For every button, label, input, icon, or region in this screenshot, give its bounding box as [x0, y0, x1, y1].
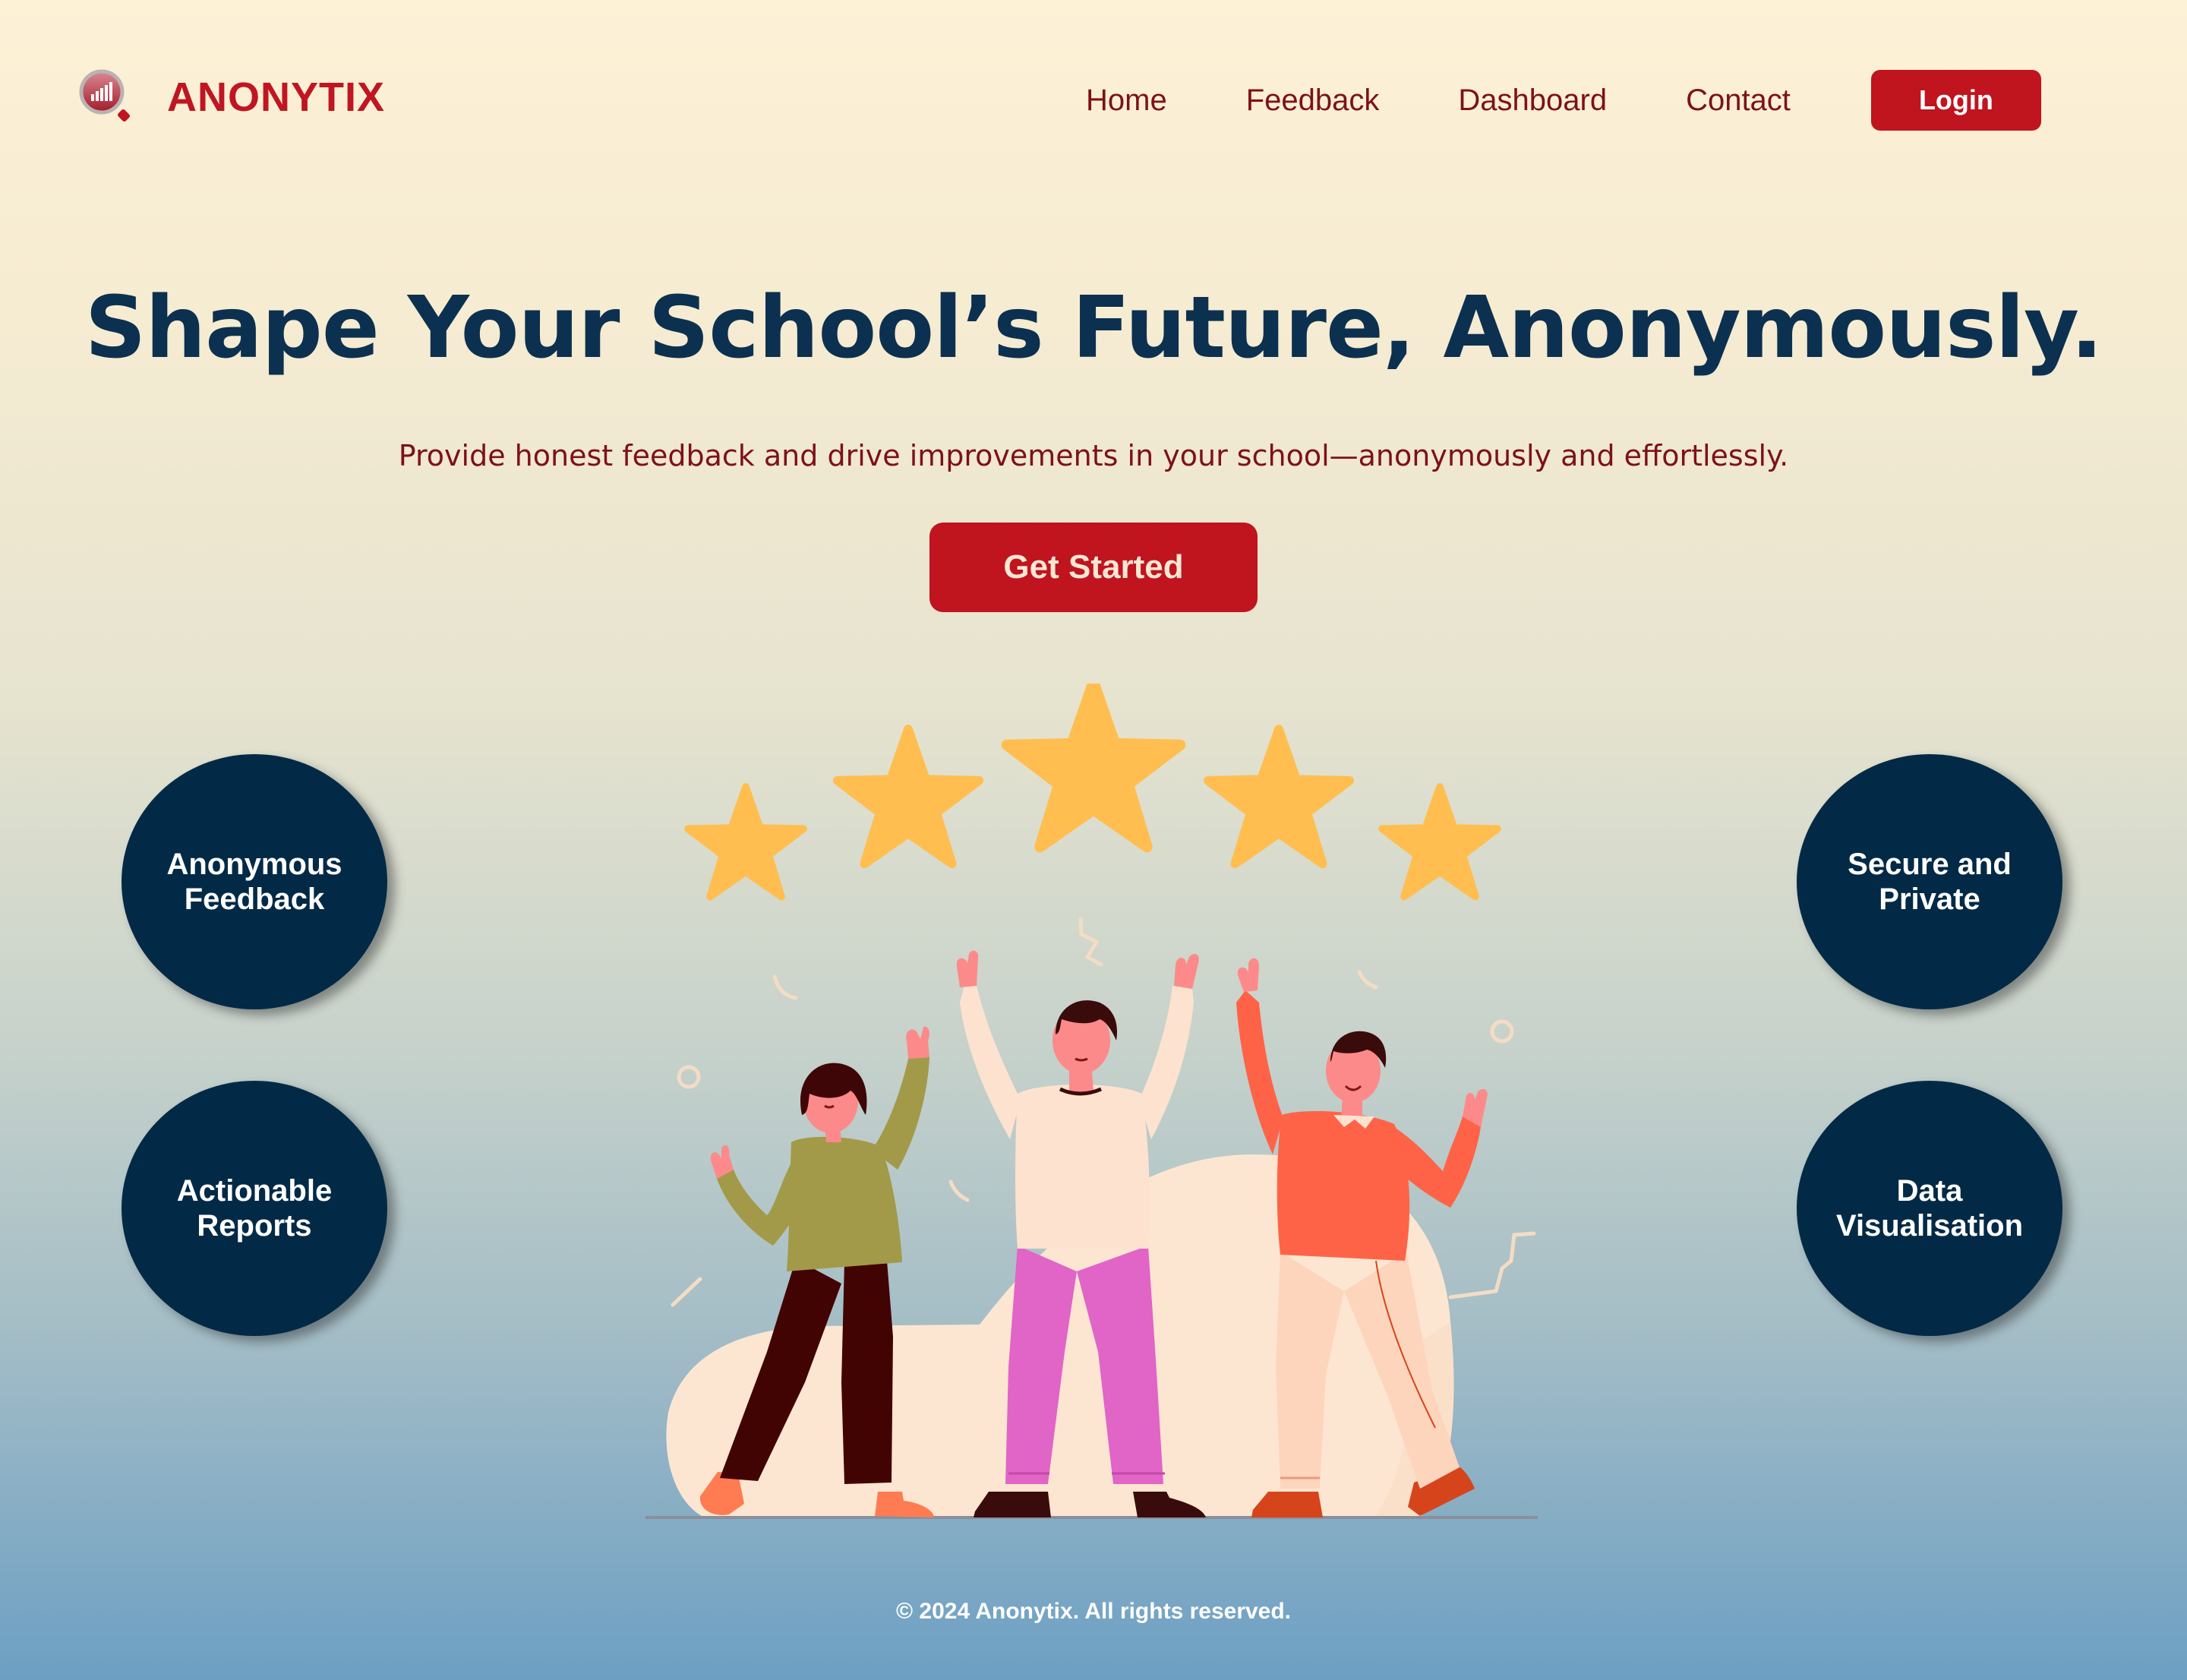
footer-copyright: © 2024 Anonytix. All rights reserved. [895, 1599, 1292, 1624]
star-icon [1382, 787, 1497, 897]
star-icon [688, 787, 803, 897]
star-icon [838, 729, 979, 864]
star-icon [1007, 684, 1180, 847]
magnifier-chart-icon [79, 69, 130, 122]
get-started-button[interactable]: Get Started [929, 523, 1258, 612]
star-icon [1208, 729, 1349, 864]
feature-label: Data Visualisation [1835, 1174, 2023, 1243]
hero-title: Shape Your School’s Future, Anonymously. [84, 279, 2103, 377]
brand[interactable]: ANONYTIX [76, 67, 385, 128]
nav-contact[interactable]: Contact [1686, 84, 1791, 118]
feature-label: Anonymous Feedback [166, 848, 342, 916]
five-star-celebration-illustration [645, 684, 1538, 1519]
feature-actionable-reports: Actionable Reports [122, 1081, 387, 1336]
nav-home[interactable]: Home [1086, 84, 1167, 118]
nav-dashboard[interactable]: Dashboard [1458, 84, 1607, 118]
feature-anonymous-feedback: Anonymous Feedback [122, 754, 387, 1009]
login-button[interactable]: Login [1870, 70, 2041, 131]
nav-feedback[interactable]: Feedback [1246, 84, 1380, 118]
feature-data-visualisation: Data Visualisation [1797, 1081, 2062, 1336]
main-nav: Home Feedback Dashboard Contact Login [1086, 70, 2041, 131]
feature-label: Actionable Reports [176, 1174, 333, 1243]
brand-name: ANONYTIX [167, 74, 386, 120]
feature-label: Secure and Private [1848, 848, 2012, 916]
feature-secure-private: Secure and Private [1797, 754, 2062, 1009]
hero-subtitle: Provide honest feedback and drive improv… [398, 439, 1789, 472]
